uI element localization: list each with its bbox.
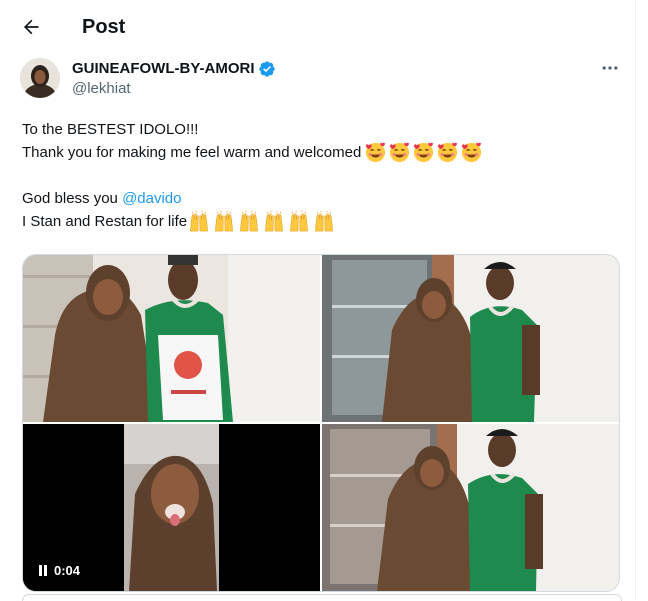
post-text-line: To the BESTEST IDOLO!!! — [22, 118, 622, 141]
display-name-row: GUINEAFOWL-BY-AMORI — [72, 59, 276, 79]
media-photo-3[interactable] — [322, 424, 619, 591]
page-title: Post — [82, 16, 126, 38]
photo-woman-man-with-gift-bag — [23, 255, 320, 422]
smiling-face-with-hearts-emoji — [366, 142, 386, 163]
post-text: To the BESTEST IDOLO!!! Thank you for ma… — [22, 118, 622, 233]
media-photo-1[interactable] — [23, 255, 320, 422]
mention-link[interactable]: @davido — [122, 187, 181, 210]
display-name[interactable]: GUINEAFOWL-BY-AMORI — [72, 59, 254, 79]
user-handle[interactable]: @lekhiat — [72, 80, 131, 98]
top-bar: Post — [0, 0, 636, 53]
arrow-left-icon — [24, 19, 39, 35]
avatar-image — [20, 58, 60, 98]
photo-woman-man-posing-2 — [322, 424, 619, 591]
smiling-face-with-hearts-emoji — [390, 142, 410, 163]
photo-woman-man-posing — [322, 255, 619, 422]
post-text-line-2: Thank you for making me feel warm and we… — [22, 144, 362, 161]
video-duration-badge[interactable]: 0:04 — [31, 559, 88, 581]
raising-hands-emoji — [290, 210, 308, 232]
back-button[interactable] — [14, 10, 48, 44]
raising-hands-emoji — [240, 210, 258, 232]
verified-badge-icon — [259, 61, 276, 77]
smiling-face-with-hearts-emoji-group — [364, 141, 483, 164]
media-video[interactable]: 0:04 — [23, 424, 320, 591]
media-grid: 0:04 — [22, 254, 620, 592]
post-text-line-4: I Stan and Restan for life — [22, 213, 188, 230]
post-text-line-3: God bless you — [22, 190, 123, 207]
raising-hands-emoji — [265, 210, 283, 232]
avatar[interactable] — [20, 58, 60, 98]
post-text-line: God bless you @davido — [22, 187, 622, 210]
smiling-face-with-hearts-emoji — [462, 142, 482, 163]
smiling-face-with-hearts-emoji — [438, 142, 458, 163]
media-photo-2[interactable] — [322, 255, 619, 422]
post-page: Post GUINEAFOWL-BY-AMORI @lekhiat To the… — [0, 0, 636, 601]
video-duration: 0:04 — [54, 562, 81, 578]
raising-hands-emoji — [215, 210, 233, 232]
raising-hands-emoji-group — [187, 210, 336, 233]
pause-icon — [39, 564, 47, 576]
smiling-face-with-hearts-emoji — [414, 142, 434, 163]
raising-hands-emoji — [315, 210, 333, 232]
more-options-button[interactable] — [599, 58, 621, 78]
post-text-line-1: To the BESTEST IDOLO!!! — [22, 121, 199, 138]
post-text-line: Thank you for making me feel warm and we… — [22, 141, 622, 164]
more-horizontal-icon — [602, 66, 618, 70]
scrollbar-track[interactable] — [635, 0, 648, 600]
post-author: GUINEAFOWL-BY-AMORI @lekhiat — [20, 58, 620, 102]
post-text-line: I Stan and Restan for life — [22, 210, 622, 233]
raising-hands-emoji — [190, 210, 208, 232]
